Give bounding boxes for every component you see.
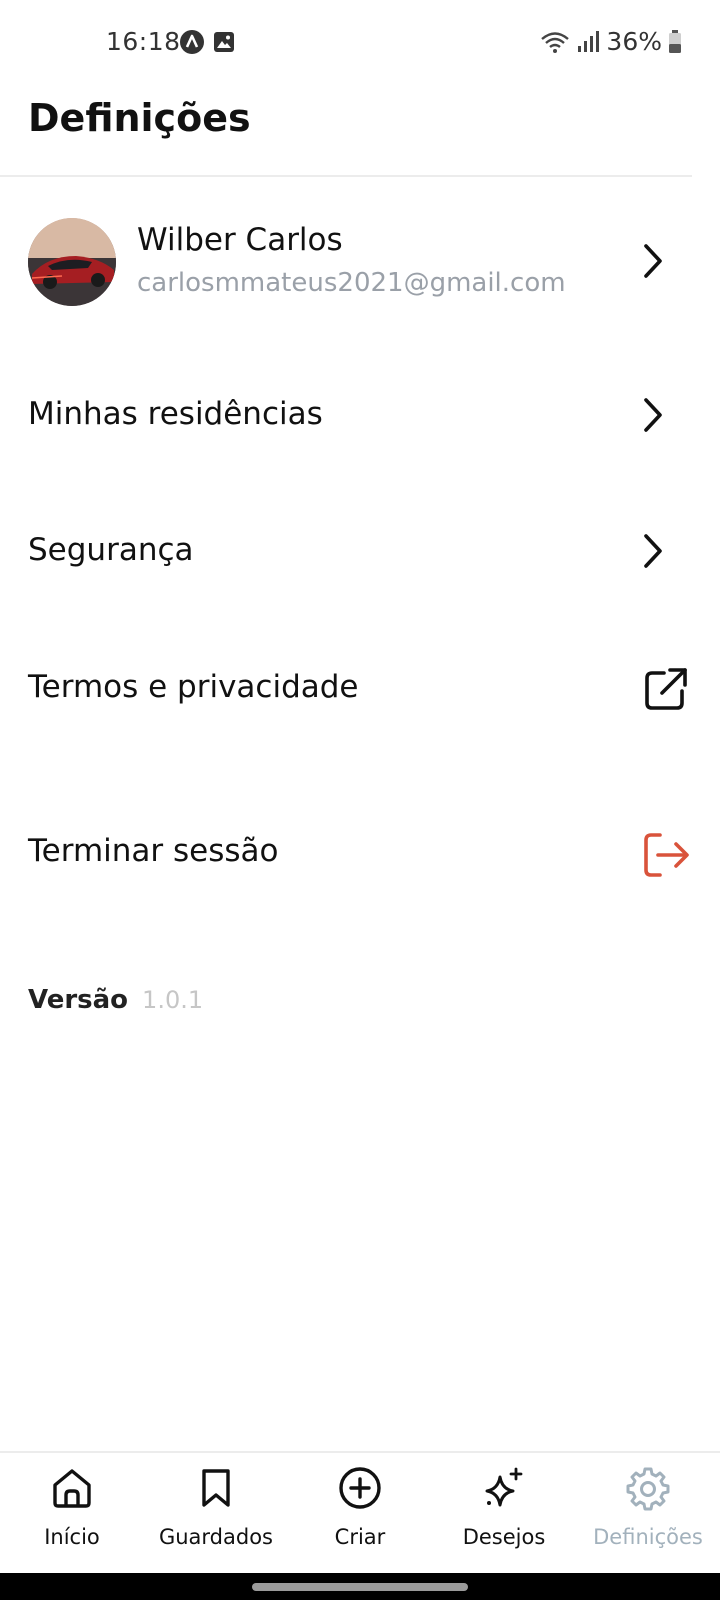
profile-name: Wilber Carlos [137, 222, 343, 258]
avatar [28, 218, 116, 306]
plus-circle-icon [339, 1467, 381, 1509]
bottom-navigation: Início Guardados Criar Desejos Definiçõe… [0, 1451, 720, 1573]
menu-item-security-label: Segurança [28, 532, 194, 568]
gear-icon [626, 1467, 670, 1511]
version-label: Versão [28, 985, 129, 1015]
menu-item-residences-label: Minhas residências [28, 396, 323, 432]
profile-email: carlosmmateus2021@gmail.com [137, 268, 566, 298]
page-title: Definições [28, 96, 251, 140]
profile-row[interactable]: Wilber Carlos carlosmmateus2021@gmail.co… [0, 210, 720, 320]
system-gesture-bar [0, 1573, 720, 1600]
battery-percent: 36% [606, 27, 662, 56]
header-divider [0, 175, 692, 177]
status-right: 36% [540, 27, 682, 56]
nav-item-definicoes[interactable]: Definições [576, 1465, 720, 1573]
nav-label-criar: Criar [334, 1525, 386, 1549]
bookmark-icon [202, 1469, 230, 1507]
nav-item-desejos[interactable]: Desejos [432, 1465, 576, 1573]
status-bar: 16:18 36% [0, 0, 720, 88]
home-gesture-handle[interactable] [252, 1583, 468, 1591]
nav-label-inicio: Início [44, 1525, 100, 1549]
chevron-right-icon [644, 534, 662, 568]
sparkles-icon [485, 1467, 523, 1507]
app-notification-icon [180, 30, 204, 54]
home-icon [53, 1469, 91, 1508]
external-link-icon [645, 668, 687, 710]
nav-item-criar[interactable]: Criar [288, 1465, 432, 1573]
car-avatar-image [28, 218, 116, 306]
logout-label: Terminar sessão [28, 833, 279, 869]
version-value: 1.0.1 [142, 986, 204, 1014]
version-info: Versão 1.0.1 [28, 985, 203, 1015]
logout-button[interactable]: Terminar sessão [0, 813, 720, 893]
battery-icon [669, 29, 681, 53]
nav-item-inicio[interactable]: Início [0, 1465, 144, 1573]
logout-icon [644, 833, 689, 877]
status-notification-icons [180, 30, 236, 54]
gallery-notification-icon [214, 32, 234, 52]
nav-label-guardados: Guardados [158, 1525, 274, 1549]
status-time: 16:18 [106, 27, 181, 56]
menu-item-residences[interactable]: Minhas residências [0, 376, 720, 456]
settings-screen: 16:18 36% Definições Wilber Carlos carlo… [0, 0, 720, 1600]
chevron-right-icon [644, 244, 662, 278]
signal-icon [578, 30, 600, 52]
chevron-right-icon [644, 398, 662, 432]
nav-label-desejos: Desejos [462, 1525, 546, 1549]
menu-item-security[interactable]: Segurança [0, 512, 720, 592]
nav-label-definicoes: Definições [593, 1525, 703, 1549]
wifi-icon [541, 31, 570, 53]
nav-item-guardados[interactable]: Guardados [144, 1465, 288, 1573]
menu-item-terms[interactable]: Termos e privacidade [0, 649, 720, 729]
menu-item-terms-label: Termos e privacidade [28, 669, 359, 705]
